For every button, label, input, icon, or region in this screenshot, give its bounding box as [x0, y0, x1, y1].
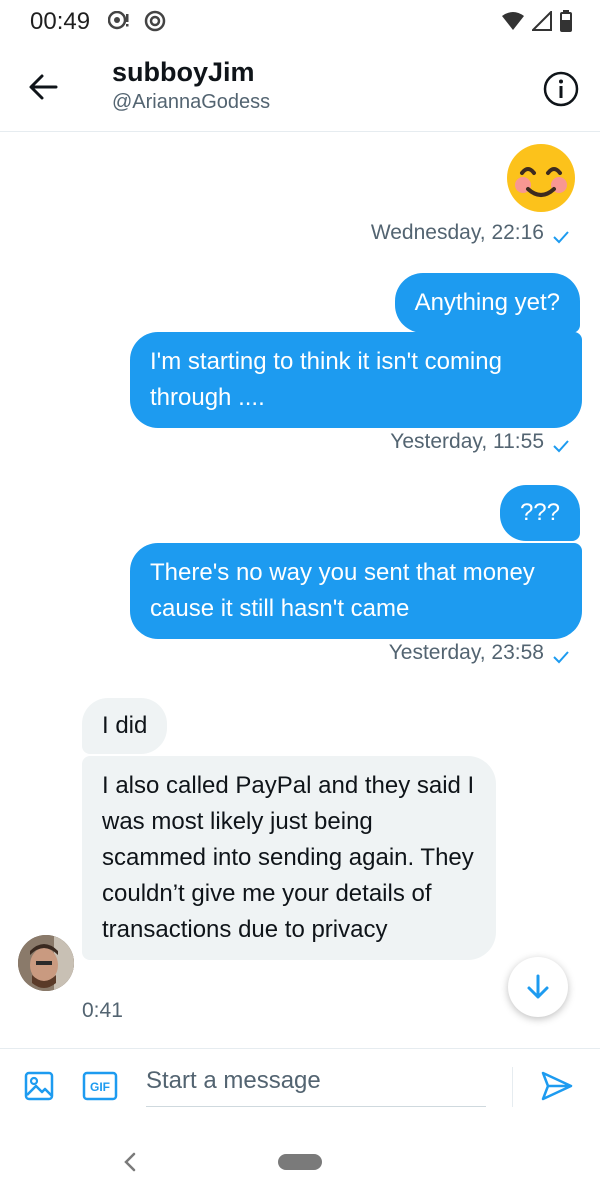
- wifi-icon: [502, 11, 524, 36]
- composer-divider: [512, 1067, 513, 1107]
- scroll-to-bottom-button[interactable]: [508, 957, 568, 1017]
- message-bubble-outgoing[interactable]: There's no way you sent that money cause…: [130, 543, 582, 639]
- send-icon: [541, 1071, 573, 1101]
- contact-name: subboyJim: [112, 57, 255, 87]
- message-bubble-outgoing[interactable]: I'm starting to think it isn't coming th…: [130, 332, 582, 428]
- status-bar: 00:49: [0, 0, 600, 44]
- sent-check-icon: [552, 226, 570, 244]
- sent-check-icon: [552, 646, 570, 664]
- message-timestamp: Wednesday, 22:16: [371, 221, 570, 245]
- message-bubble-outgoing[interactable]: Anything yet?: [394, 273, 580, 333]
- chevron-left-icon: [124, 1152, 136, 1172]
- message-list[interactable]: Wednesday, 22:16 Anything yet? I'm start…: [0, 133, 600, 1048]
- sent-check-icon: [552, 435, 570, 453]
- nav-back-button[interactable]: [120, 1150, 142, 1174]
- vpn-icon: [144, 10, 166, 37]
- signal-icon: [530, 9, 552, 36]
- smiling-face-emoji[interactable]: [506, 143, 576, 213]
- arrow-left-icon: [29, 74, 58, 100]
- conversation-title[interactable]: subboyJim @AriannaGodess: [112, 56, 270, 116]
- info-button[interactable]: [542, 70, 580, 108]
- contact-avatar[interactable]: [18, 935, 74, 991]
- message-bubble-incoming[interactable]: I also called PayPal and they said I was…: [82, 756, 496, 960]
- gif-icon: GIF: [82, 1071, 118, 1101]
- back-button[interactable]: [26, 70, 60, 104]
- add-image-button[interactable]: [24, 1071, 54, 1101]
- contact-handle: @AriannaGodess: [112, 91, 271, 113]
- nav-home-pill[interactable]: [278, 1154, 322, 1170]
- svg-text:GIF: GIF: [90, 1080, 110, 1094]
- system-navigation-bar: [0, 1124, 600, 1200]
- message-bubble-outgoing[interactable]: ???: [499, 485, 580, 541]
- battery-icon: [560, 10, 572, 37]
- message-timestamp: 0:41: [82, 999, 123, 1022]
- message-timestamp: Yesterday, 23:58: [389, 641, 570, 665]
- conversation-header: subboyJim @AriannaGodess: [0, 44, 600, 132]
- send-button[interactable]: [540, 1069, 574, 1103]
- message-timestamp: Yesterday, 11:55: [390, 430, 570, 454]
- message-bubble-incoming[interactable]: I did: [82, 698, 168, 754]
- image-icon: [24, 1071, 54, 1101]
- status-time: 00:49: [30, 8, 91, 35]
- chat-notification-icon: [107, 10, 130, 36]
- add-gif-button[interactable]: GIF: [82, 1071, 118, 1101]
- arrow-down-icon: [527, 974, 549, 999]
- message-input[interactable]: Start a message: [146, 1063, 486, 1107]
- message-composer: GIF Start a message: [0, 1048, 600, 1124]
- info-circle-icon: [543, 71, 579, 107]
